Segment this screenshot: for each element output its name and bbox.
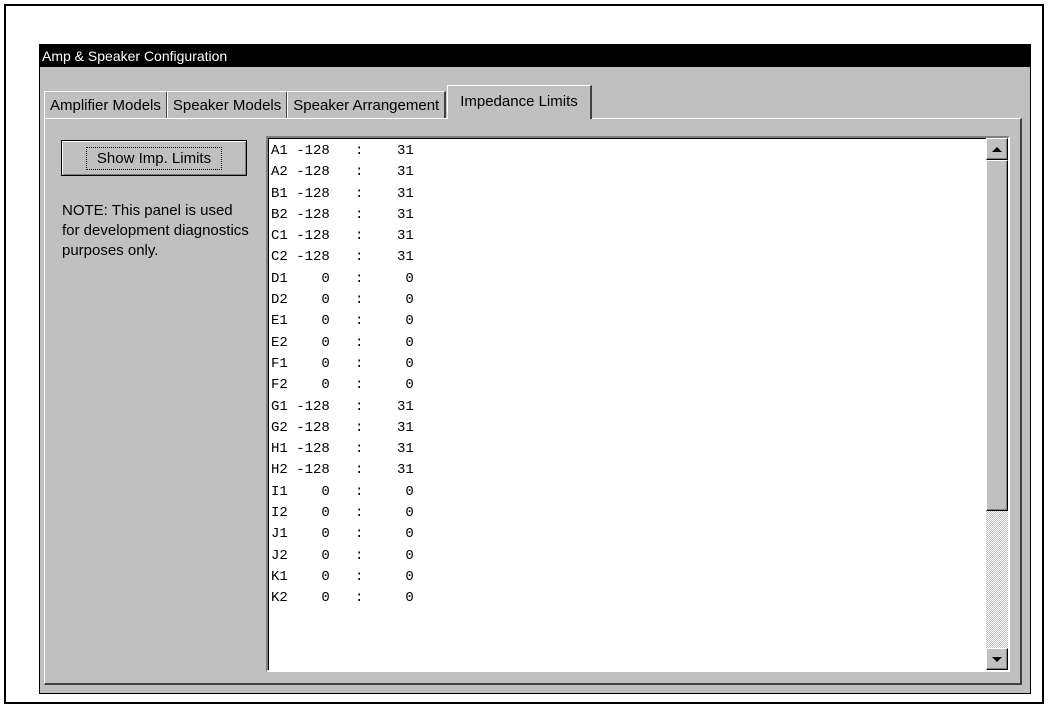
impedance-rows: A1 -128 : 31 A2 -128 : 31 B1 -128 : 31 B2 -… bbox=[271, 141, 414, 610]
arrow-up-icon bbox=[992, 146, 1002, 152]
tab-speaker-arrangement[interactable]: Speaker Arrangement bbox=[287, 91, 447, 119]
list-item[interactable]: B2 -128 : 31 bbox=[271, 205, 414, 226]
figure-frame: Amp & Speaker Configuration Amplifier Mo… bbox=[4, 4, 1044, 704]
list-item[interactable]: K1 0 : 0 bbox=[271, 567, 414, 588]
list-item[interactable]: C2 -128 : 31 bbox=[271, 247, 414, 268]
scrollbar-thumb[interactable] bbox=[986, 160, 1008, 511]
list-item[interactable]: A1 -128 : 31 bbox=[271, 141, 414, 162]
list-item[interactable]: J2 0 : 0 bbox=[271, 546, 414, 567]
list-item[interactable]: F1 0 : 0 bbox=[271, 354, 414, 375]
show-imp-limits-button[interactable]: Show Imp. Limits bbox=[61, 140, 247, 176]
scroll-down-button[interactable] bbox=[986, 648, 1008, 670]
list-item[interactable]: C1 -128 : 31 bbox=[271, 226, 414, 247]
list-item[interactable]: G2 -128 : 31 bbox=[271, 418, 414, 439]
tab-impedance-limits[interactable]: Impedance Limits bbox=[447, 85, 592, 119]
list-item[interactable]: K2 0 : 0 bbox=[271, 588, 414, 609]
list-item[interactable]: H2 -128 : 31 bbox=[271, 460, 414, 481]
impedance-limits-listbox[interactable]: A1 -128 : 31 A2 -128 : 31 B1 -128 : 31 B2 -… bbox=[266, 136, 1010, 672]
arrow-down-icon bbox=[992, 656, 1002, 662]
vertical-scrollbar[interactable] bbox=[986, 138, 1008, 670]
tab-amplifier-models[interactable]: Amplifier Models bbox=[44, 91, 168, 119]
window-title: Amp & Speaker Configuration bbox=[40, 45, 1030, 67]
list-item[interactable]: G1 -128 : 31 bbox=[271, 397, 414, 418]
config-window: Amp & Speaker Configuration Amplifier Mo… bbox=[39, 44, 1031, 694]
impedance-limits-panel: Show Imp. Limits NOTE: This panel is use… bbox=[44, 118, 1022, 685]
list-item[interactable]: A2 -128 : 31 bbox=[271, 162, 414, 183]
list-item[interactable]: E2 0 : 0 bbox=[271, 333, 414, 354]
tab-strip: Amplifier Models Speaker Models Speaker … bbox=[44, 85, 592, 119]
list-item[interactable]: I1 0 : 0 bbox=[271, 482, 414, 503]
scroll-up-button[interactable] bbox=[986, 138, 1008, 160]
list-item[interactable]: J1 0 : 0 bbox=[271, 524, 414, 545]
list-item[interactable]: H1 -128 : 31 bbox=[271, 439, 414, 460]
show-imp-limits-label: Show Imp. Limits bbox=[85, 146, 223, 170]
list-item[interactable]: F2 0 : 0 bbox=[271, 375, 414, 396]
list-item[interactable]: D1 0 : 0 bbox=[271, 269, 414, 290]
list-item[interactable]: I2 0 : 0 bbox=[271, 503, 414, 524]
list-item[interactable]: D2 0 : 0 bbox=[271, 290, 414, 311]
list-item[interactable]: E1 0 : 0 bbox=[271, 311, 414, 332]
list-item[interactable]: B1 -128 : 31 bbox=[271, 184, 414, 205]
tab-speaker-models[interactable]: Speaker Models bbox=[166, 91, 289, 119]
diagnostics-note: NOTE: This panel is used for development… bbox=[62, 202, 249, 259]
